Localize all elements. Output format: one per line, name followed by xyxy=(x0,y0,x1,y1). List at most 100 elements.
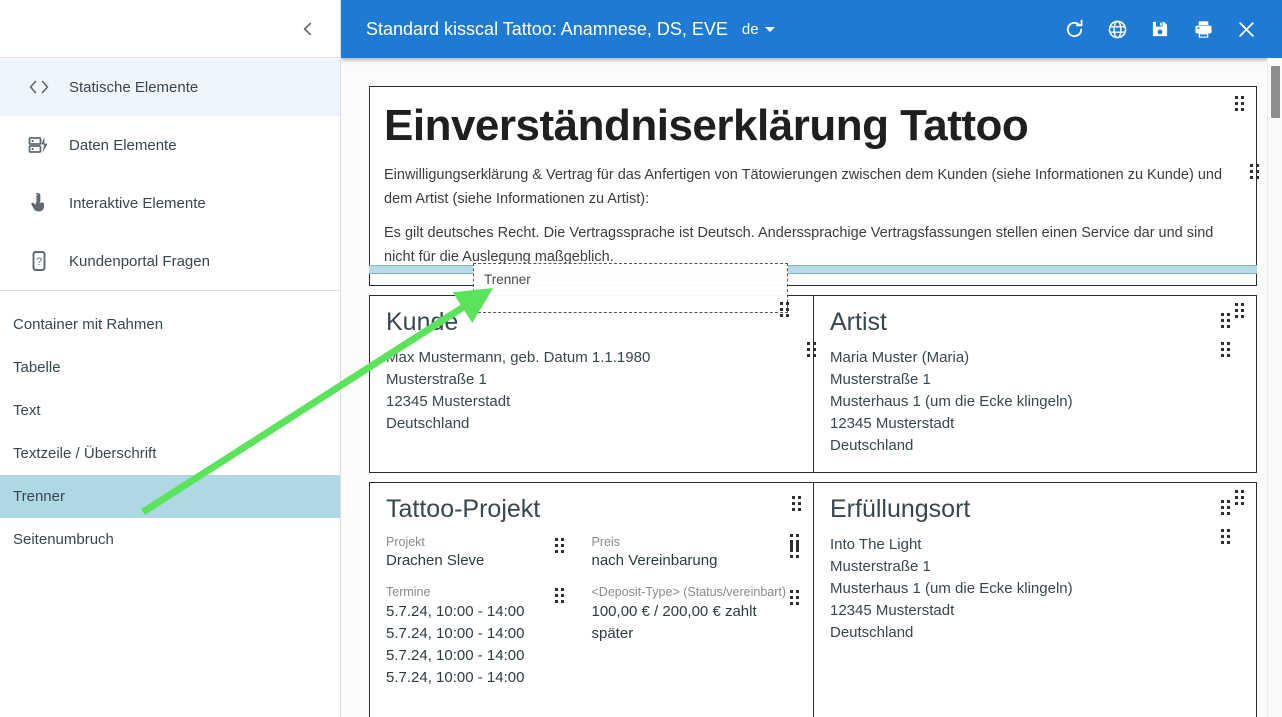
erfuellungsort-line: Musterstraße 1 xyxy=(830,558,931,576)
artist-line: Musterhaus 1 (um die Ecke klingeln) xyxy=(830,392,1073,410)
drag-handle[interactable] xyxy=(1221,342,1232,358)
drag-handle xyxy=(780,302,791,318)
erfuellungsort-line: Into The Light xyxy=(830,536,922,554)
field-value: 100,00 € / 200,00 € zahlt später xyxy=(592,601,798,645)
globe-icon[interactable] xyxy=(1103,15,1131,43)
chevron-left-icon[interactable] xyxy=(293,14,323,44)
drag-handle[interactable] xyxy=(792,496,803,512)
kunde-line: Deutschland xyxy=(386,414,470,432)
element-list: Container mit Rahmen Tabelle Text Textze… xyxy=(0,291,340,561)
field-value-line: später xyxy=(591,624,634,642)
field-value-line: nach Vereinbarung xyxy=(591,552,718,570)
sidebar-header xyxy=(0,0,340,58)
element-item-label: Container mit Rahmen xyxy=(13,316,164,333)
element-item-container-mit-rahmen[interactable]: Container mit Rahmen xyxy=(0,303,340,346)
tattoo-projekt-title: Tattoo-Projekt xyxy=(386,495,541,524)
drag-handle[interactable] xyxy=(554,538,566,554)
database-bolt-icon xyxy=(27,135,55,155)
close-icon[interactable] xyxy=(1232,15,1260,43)
erfuellungsort-line: Deutschland xyxy=(830,623,914,641)
vertical-scrollbar[interactable] xyxy=(1267,58,1282,717)
print-icon[interactable] xyxy=(1189,15,1217,43)
element-item-textzeile-ueberschrift[interactable]: Textzeile / Überschrift xyxy=(0,432,340,475)
language-selector[interactable]: de xyxy=(742,21,775,38)
editor-titlebar: Standard kisscal Tattoo: Anamnese, DS, E… xyxy=(341,0,1282,58)
erfuellungsort-line: 12345 Musterstadt xyxy=(830,601,955,619)
mobile-question-icon: ? xyxy=(27,250,55,272)
vertical-scrollbar-thumb[interactable] xyxy=(1271,66,1280,118)
drag-handle[interactable] xyxy=(790,590,801,606)
sidebar-item-statische-elemente[interactable]: Statische Elemente xyxy=(0,58,340,116)
erfuellungsort-title: Erfüllungsort xyxy=(830,495,971,524)
element-item-text[interactable]: Text xyxy=(0,389,340,432)
tattoo-projekt-column[interactable]: Tattoo-Projekt Projekt Drachen Sleve Ter… xyxy=(370,483,813,716)
kunde-line: Max Mustermann, geb. Datum 1.1.1980 xyxy=(386,348,651,366)
document-canvas: Einverständniserklärung Tattoo Einwillig… xyxy=(341,58,1282,717)
element-palette-sidebar: Statische Elemente Daten Elemente Intera… xyxy=(0,0,341,717)
field-value-line: 5.7.24, 10:00 - 14:00 xyxy=(386,668,525,686)
field-termine[interactable]: Termine 5.7.24, 10:00 - 14:00 5.7.24, 10… xyxy=(386,584,592,688)
field-label: Preis xyxy=(591,535,620,550)
drag-handle[interactable] xyxy=(1235,490,1246,506)
element-item-label: Text xyxy=(13,402,41,419)
field-value: 5.7.24, 10:00 - 14:00 5.7.24, 10:00 - 14… xyxy=(386,601,592,689)
element-item-label: Tabelle xyxy=(13,359,61,376)
sidebar-item-daten-elemente[interactable]: Daten Elemente xyxy=(0,116,340,174)
drag-handle[interactable] xyxy=(1221,313,1232,329)
field-value-line: 100,00 € / 200,00 € zahlt xyxy=(591,602,757,620)
erfuellungsort-lines: Into The Light Musterstraße 1 Musterhaus… xyxy=(830,534,1240,643)
parties-block[interactable]: Kunde Max Mustermann, geb. Datum 1.1.198… xyxy=(369,295,1257,474)
element-item-trenner[interactable]: Trenner xyxy=(0,475,340,518)
kunde-line: Musterstraße 1 xyxy=(386,370,487,388)
element-item-label: Textzeile / Überschrift xyxy=(13,445,157,462)
element-item-seitenumbruch[interactable]: Seitenumbruch xyxy=(0,518,340,561)
project-fields-left: Projekt Drachen Sleve Termine 5.7.24, 10… xyxy=(386,534,592,701)
artist-line: Deutschland xyxy=(830,436,914,454)
drag-handle[interactable] xyxy=(554,588,566,604)
titlebar-actions xyxy=(1060,15,1260,43)
field-value-line: 5.7.24, 10:00 - 14:00 xyxy=(386,646,525,664)
document-body: Einverständniserklärung Tattoo Einwillig… xyxy=(369,86,1259,717)
artist-line: Maria Muster (Maria) xyxy=(830,348,970,366)
erfuellungsort-column[interactable]: Erfüllungsort Into The Light Musterstraß… xyxy=(813,483,1256,717)
artist-lines: Maria Muster (Maria) Musterstraße 1 Must… xyxy=(830,347,1240,456)
sidebar-item-label: Interaktive Elemente xyxy=(69,194,206,212)
kunde-column[interactable]: Kunde Max Mustermann, geb. Datum 1.1.198… xyxy=(370,296,816,472)
drag-handle[interactable] xyxy=(1221,529,1232,545)
field-projekt[interactable]: Projekt Drachen Sleve xyxy=(386,534,592,572)
drag-handle[interactable] xyxy=(1235,96,1246,112)
document-paragraph: Einwilligungserklärung & Vertrag für das… xyxy=(384,167,1223,207)
project-block[interactable]: Tattoo-Projekt Projekt Drachen Sleve Ter… xyxy=(369,482,1257,717)
artist-line: 12345 Musterstadt xyxy=(830,414,955,432)
field-value-line: 5.7.24, 10:00 - 14:00 xyxy=(386,624,525,642)
sidebar-item-kundenportal-fragen[interactable]: ? Kundenportal Fragen xyxy=(0,232,340,290)
field-preis[interactable]: Preis nach Vereinbarung xyxy=(591,534,801,572)
element-item-label: Seitenumbruch xyxy=(13,531,114,548)
sidebar-item-label: Daten Elemente xyxy=(69,136,177,154)
drag-handle[interactable] xyxy=(1221,500,1232,516)
refresh-icon[interactable] xyxy=(1060,15,1088,43)
chevron-down-icon xyxy=(764,26,775,32)
drag-handle[interactable] xyxy=(1250,164,1261,180)
sidebar-item-label: Kundenportal Fragen xyxy=(69,252,210,270)
kunde-line: 12345 Musterstadt xyxy=(386,392,511,410)
editor-pane: Standard kisscal Tattoo: Anamnese, DS, E… xyxy=(341,0,1282,717)
element-item-label: Trenner xyxy=(13,488,65,505)
app-root: Statische Elemente Daten Elemente Intera… xyxy=(0,0,1282,717)
sidebar-item-interaktive-elemente[interactable]: Interaktive Elemente xyxy=(0,174,340,232)
element-item-tabelle[interactable]: Tabelle xyxy=(0,346,340,389)
sidebar-item-label: Statische Elemente xyxy=(69,78,199,96)
document-header-block[interactable]: Einverständniserklärung Tattoo Einwillig… xyxy=(369,86,1259,287)
drag-handle[interactable] xyxy=(1235,303,1246,319)
erfuellungsort-line: Musterhaus 1 (um die Ecke klingeln) xyxy=(830,579,1073,597)
artist-column[interactable]: Artist Maria Muster (Maria) Musterstraße… xyxy=(813,296,1256,473)
drag-handle[interactable] xyxy=(790,543,801,559)
category-list: Statische Elemente Daten Elemente Intera… xyxy=(0,58,340,290)
document-heading: Einverständniserklärung Tattoo xyxy=(384,101,1029,150)
save-icon[interactable] xyxy=(1146,15,1174,43)
kunde-lines: Max Mustermann, geb. Datum 1.1.1980 Must… xyxy=(386,347,797,435)
artist-line: Musterstraße 1 xyxy=(830,370,931,388)
field-value: nach Vereinbarung xyxy=(592,550,798,572)
field-deposit[interactable]: <Deposit-Type> (Status/vereinbart) 100,0… xyxy=(592,584,801,645)
svg-text:?: ? xyxy=(36,256,42,268)
